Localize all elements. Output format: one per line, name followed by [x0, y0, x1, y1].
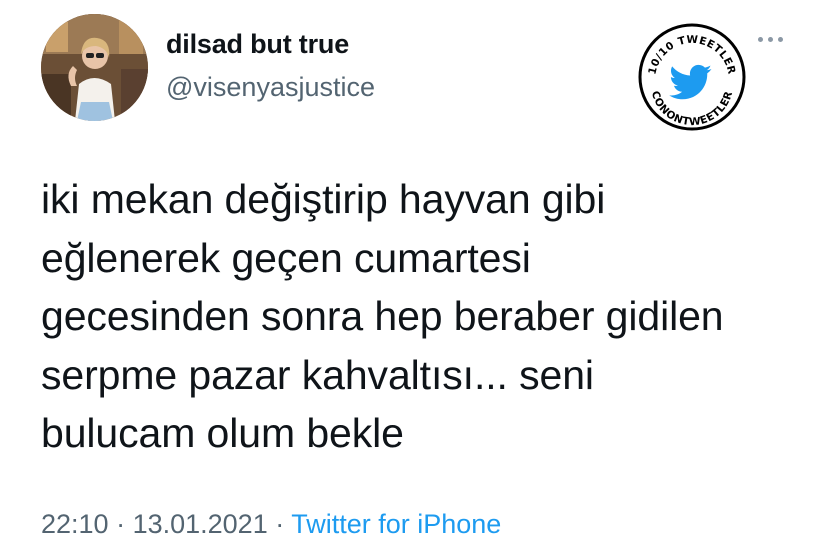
tweet-date[interactable]: 13.01.2021: [133, 509, 268, 539]
more-dot-icon: [757, 36, 763, 42]
more-options-button[interactable]: [752, 30, 788, 48]
more-dot-icon: [777, 36, 783, 42]
meta-separator: ·: [108, 509, 133, 539]
user-handle[interactable]: @visenyasjustice: [166, 72, 375, 103]
tweet-meta: 22:10 · 13.01.2021 · Twitter for iPhone: [41, 509, 501, 540]
badge-logo: 10/10 TWEETLER CONONTWEETLER: [637, 22, 747, 132]
avatar[interactable]: [41, 14, 148, 121]
display-name[interactable]: dilsad but true: [166, 29, 349, 60]
meta-separator: ·: [267, 509, 292, 539]
tweet-time[interactable]: 22:10: [41, 509, 109, 539]
avatar-photo: [41, 14, 148, 121]
tweet-text: iki mekan değiştirip hayvan gibi eğlener…: [41, 176, 724, 456]
more-dot-icon: [767, 36, 773, 42]
tweet-source-link[interactable]: Twitter for iPhone: [291, 509, 501, 539]
